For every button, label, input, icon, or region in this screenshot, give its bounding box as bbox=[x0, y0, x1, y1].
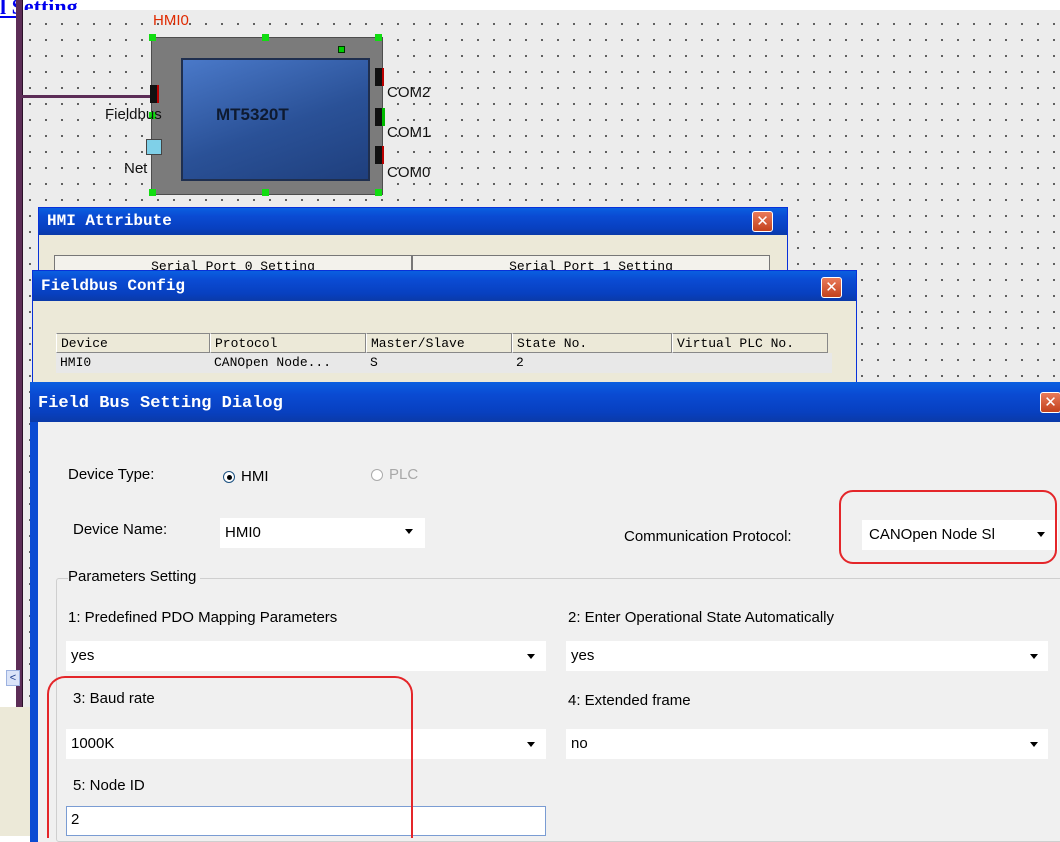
selection-handle[interactable] bbox=[149, 189, 156, 196]
scroll-left-icon[interactable]: < bbox=[6, 670, 20, 686]
com0-port-icon[interactable] bbox=[375, 146, 384, 164]
column-header[interactable]: State No. bbox=[512, 333, 672, 353]
close-icon[interactable]: ✕ bbox=[752, 211, 773, 232]
window-title: HMI Attribute bbox=[47, 212, 172, 230]
selection-handle[interactable] bbox=[149, 34, 156, 41]
radio-plc[interactable] bbox=[371, 469, 383, 481]
com0-port-label: COM0 bbox=[387, 164, 431, 181]
param-1-value: yes bbox=[71, 647, 95, 664]
param-1-select[interactable]: yes bbox=[66, 641, 546, 671]
device-model-label: MT5320T bbox=[216, 105, 289, 124]
device-name-select[interactable]: HMI0 bbox=[220, 518, 425, 548]
com2-port-icon[interactable] bbox=[375, 68, 384, 86]
close-icon[interactable]: ✕ bbox=[821, 277, 842, 298]
radio-hmi[interactable] bbox=[223, 471, 235, 483]
net-port-icon[interactable] bbox=[146, 139, 162, 155]
column-header[interactable]: Master/Slave bbox=[366, 333, 512, 353]
com1-port-icon[interactable] bbox=[375, 108, 385, 126]
chevron-down-icon[interactable] bbox=[527, 654, 535, 659]
hmi-attribute-titlebar: HMI Attribute ✕ bbox=[39, 208, 787, 235]
fieldbus-wire bbox=[22, 95, 150, 98]
column-header[interactable]: Device bbox=[56, 333, 210, 353]
fieldbus-table: Device Protocol Master/Slave State No. V… bbox=[56, 333, 832, 373]
chevron-down-icon[interactable] bbox=[527, 742, 535, 747]
fieldbus-port-label: Fieldbus bbox=[105, 106, 162, 123]
protocol-label: Communication Protocol: bbox=[624, 528, 792, 545]
table-row[interactable]: HMI0 CANOpen Node... S 2 bbox=[56, 353, 832, 373]
dialog-titlebar: Field Bus Setting Dialog ✕ bbox=[30, 382, 1060, 422]
close-icon[interactable]: ✕ bbox=[1040, 392, 1060, 413]
selection-handle[interactable] bbox=[262, 189, 269, 196]
chevron-down-icon[interactable] bbox=[1030, 742, 1038, 747]
dialog-title: Field Bus Setting Dialog bbox=[38, 394, 283, 413]
table-header: Device Protocol Master/Slave State No. V… bbox=[56, 333, 832, 353]
fieldbus-config-window: Fieldbus Config ✕ bbox=[32, 270, 857, 392]
param-1-label: 1: Predefined PDO Mapping Parameters bbox=[68, 609, 338, 626]
selection-handle[interactable] bbox=[262, 34, 269, 41]
radio-hmi-label[interactable]: HMI bbox=[241, 468, 269, 485]
fieldbus-config-titlebar: Fieldbus Config ✕ bbox=[33, 271, 856, 301]
param-4-label: 4: Extended frame bbox=[568, 692, 691, 709]
table-cell: CANOpen Node... bbox=[214, 355, 332, 370]
table-cell bbox=[672, 353, 828, 373]
param-4-value: no bbox=[571, 735, 588, 752]
table-cell: HMI0 bbox=[60, 355, 92, 370]
com1-port-label: COM1 bbox=[387, 124, 431, 141]
radio-plc-label[interactable]: PLC bbox=[389, 466, 418, 483]
device-name-value: HMI0 bbox=[225, 524, 261, 541]
com2-port-label: COM2 bbox=[387, 84, 431, 101]
device-type-label: Device Type: bbox=[68, 466, 155, 483]
power-led-icon bbox=[338, 46, 345, 53]
param-2-label: 2: Enter Operational State Automatically bbox=[568, 609, 834, 626]
chevron-down-icon[interactable] bbox=[1030, 654, 1038, 659]
window-title: Fieldbus Config bbox=[41, 277, 186, 295]
parameters-group-title: Parameters Setting bbox=[68, 568, 201, 585]
param-4-select[interactable]: no bbox=[566, 729, 1048, 759]
fieldbus-port-icon[interactable] bbox=[150, 85, 159, 103]
device-name-label: HMI0 bbox=[153, 12, 189, 29]
highlight-baud-node bbox=[47, 676, 413, 838]
net-port-label: Net bbox=[124, 160, 148, 177]
highlight-protocol bbox=[839, 490, 1057, 564]
column-header[interactable]: Virtual PLC No. bbox=[672, 333, 828, 353]
column-header[interactable]: Protocol bbox=[210, 333, 366, 353]
selection-handle[interactable] bbox=[375, 34, 382, 41]
param-2-value: yes bbox=[571, 647, 595, 664]
selection-handle[interactable] bbox=[375, 189, 382, 196]
device-name-label: Device Name: bbox=[73, 521, 168, 538]
table-cell: S bbox=[370, 355, 378, 370]
param-2-select[interactable]: yes bbox=[566, 641, 1048, 671]
table-cell: 2 bbox=[516, 355, 524, 370]
chevron-down-icon[interactable] bbox=[405, 529, 413, 534]
